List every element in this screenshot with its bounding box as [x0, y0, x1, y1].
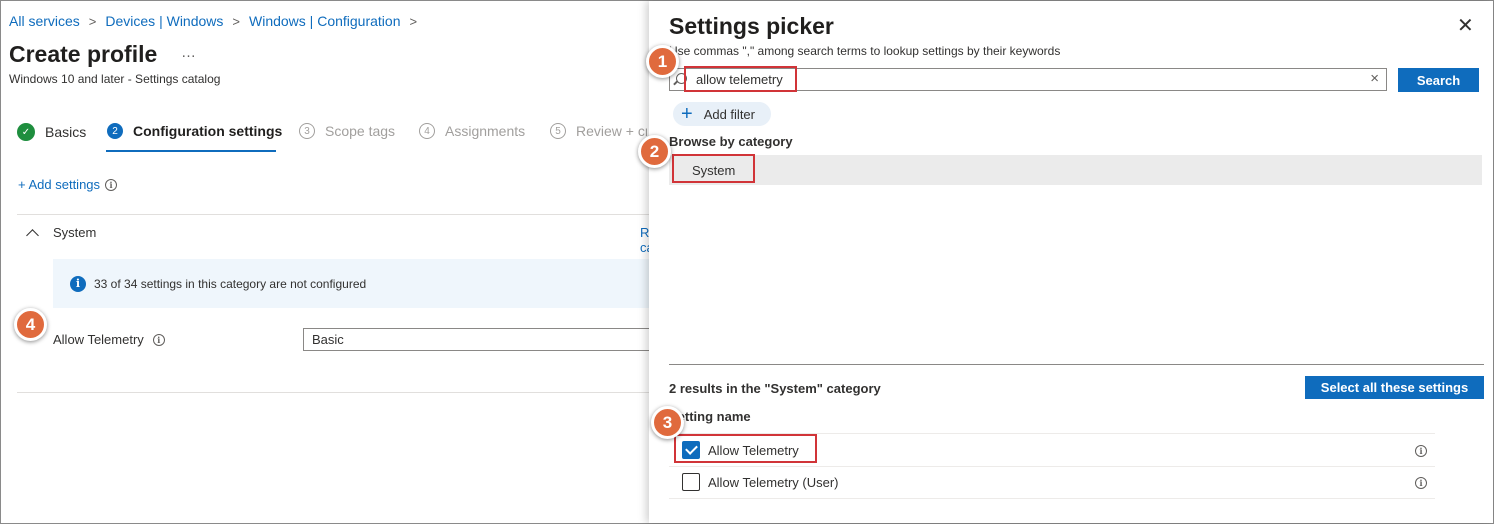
page-subtitle: Windows 10 and later - Settings catalog — [9, 72, 221, 86]
callout-badge-4: 4 — [14, 308, 47, 341]
active-step-underline — [106, 150, 276, 152]
step-configuration-settings[interactable]: 2 Configuration settings — [107, 123, 282, 139]
results-divider — [669, 364, 1484, 365]
divider — [17, 392, 649, 393]
step-number: 4 — [419, 123, 435, 139]
checkbox-unchecked[interactable] — [682, 473, 700, 491]
breadcrumb-devices-windows[interactable]: Devices | Windows — [105, 13, 223, 29]
breadcrumb-windows-configuration[interactable]: Windows | Configuration — [249, 13, 400, 29]
info-icon: i — [70, 275, 86, 292]
add-settings-link[interactable]: + Add settings i — [18, 177, 118, 192]
category-section-header[interactable]: System — [26, 225, 97, 242]
step-label: Basics — [45, 124, 87, 140]
chevron-right-icon: > — [88, 13, 97, 29]
result-name: Allow Telemetry (User) — [708, 474, 839, 490]
search-hint: Use commas "," among search terms to loo… — [669, 44, 1061, 58]
panel-title: Settings picker — [669, 13, 834, 39]
result-row-allow-telemetry-user[interactable]: Allow Telemetry (User) — [682, 472, 839, 492]
setting-value-dropdown[interactable]: Basic — [303, 328, 653, 351]
step-label: Assignments — [445, 123, 526, 139]
select-all-settings-button[interactable]: Select all these settings — [1305, 376, 1484, 399]
step-basics[interactable]: ✓ Basics — [17, 123, 86, 141]
highlight-category — [672, 154, 755, 183]
add-settings-label: + Add settings — [18, 177, 101, 192]
step-label: Scope tags — [325, 123, 396, 139]
chevron-right-icon: > — [232, 13, 240, 29]
callout-badge-1: 1 — [646, 45, 679, 78]
step-label: Review + create — [576, 123, 647, 139]
step-number: 3 — [299, 123, 315, 139]
info-banner-text: 33 of 34 settings in this category are n… — [94, 276, 367, 291]
plus-icon: + — [681, 103, 693, 125]
row-divider — [669, 498, 1435, 499]
step-number: 2 — [107, 123, 123, 139]
clear-icon[interactable]: × — [1370, 70, 1379, 87]
info-banner: i 33 of 34 settings in this category are… — [53, 259, 649, 308]
callout-badge-2: 2 — [638, 135, 671, 168]
chevron-right-icon: > — [409, 13, 418, 29]
info-icon[interactable]: i — [152, 333, 165, 346]
browse-by-category-label: Browse by category — [669, 134, 793, 149]
info-icon[interactable]: i — [1415, 445, 1427, 457]
step-scope-tags[interactable]: 3 Scope tags — [299, 123, 395, 139]
add-filter-button[interactable]: + Add filter — [673, 102, 771, 126]
results-count: 2 results in the "System" category — [669, 381, 881, 396]
chevron-up-icon — [26, 228, 39, 242]
add-filter-label: Add filter — [703, 106, 755, 122]
more-options-icon[interactable]: … — [181, 44, 197, 61]
highlight-result — [674, 434, 817, 463]
info-icon[interactable]: i — [105, 178, 118, 191]
category-list-item[interactable] — [669, 155, 1482, 185]
step-assignments[interactable]: 4 Assignments — [419, 123, 525, 139]
wizard-steps: ✓ Basics 2 Configuration settings 3 Scop… — [17, 123, 647, 153]
info-icon[interactable]: i — [1415, 477, 1427, 489]
divider — [17, 214, 649, 215]
setting-row-label: Allow Telemetry i — [53, 332, 165, 347]
highlight-search — [684, 66, 797, 92]
callout-badge-3: 3 — [651, 406, 684, 439]
step-number: 5 — [550, 123, 566, 139]
breadcrumb: All services > Devices | Windows > Windo… — [9, 13, 426, 29]
close-icon[interactable]: ✕ — [1457, 16, 1474, 36]
step-review-create[interactable]: 5 Review + create — [550, 123, 647, 139]
page-title: Create profile — [9, 41, 158, 67]
step-label: Configuration settings — [133, 123, 283, 139]
remove-category-link[interactable]: Remove category — [640, 225, 649, 255]
category-name: System — [53, 225, 97, 240]
row-divider — [669, 466, 1435, 467]
setting-name: Allow Telemetry — [53, 332, 144, 347]
search-button[interactable]: Search — [1398, 68, 1479, 92]
breadcrumb-all-services[interactable]: All services — [9, 13, 80, 29]
checkmark-icon: ✓ — [17, 123, 35, 141]
